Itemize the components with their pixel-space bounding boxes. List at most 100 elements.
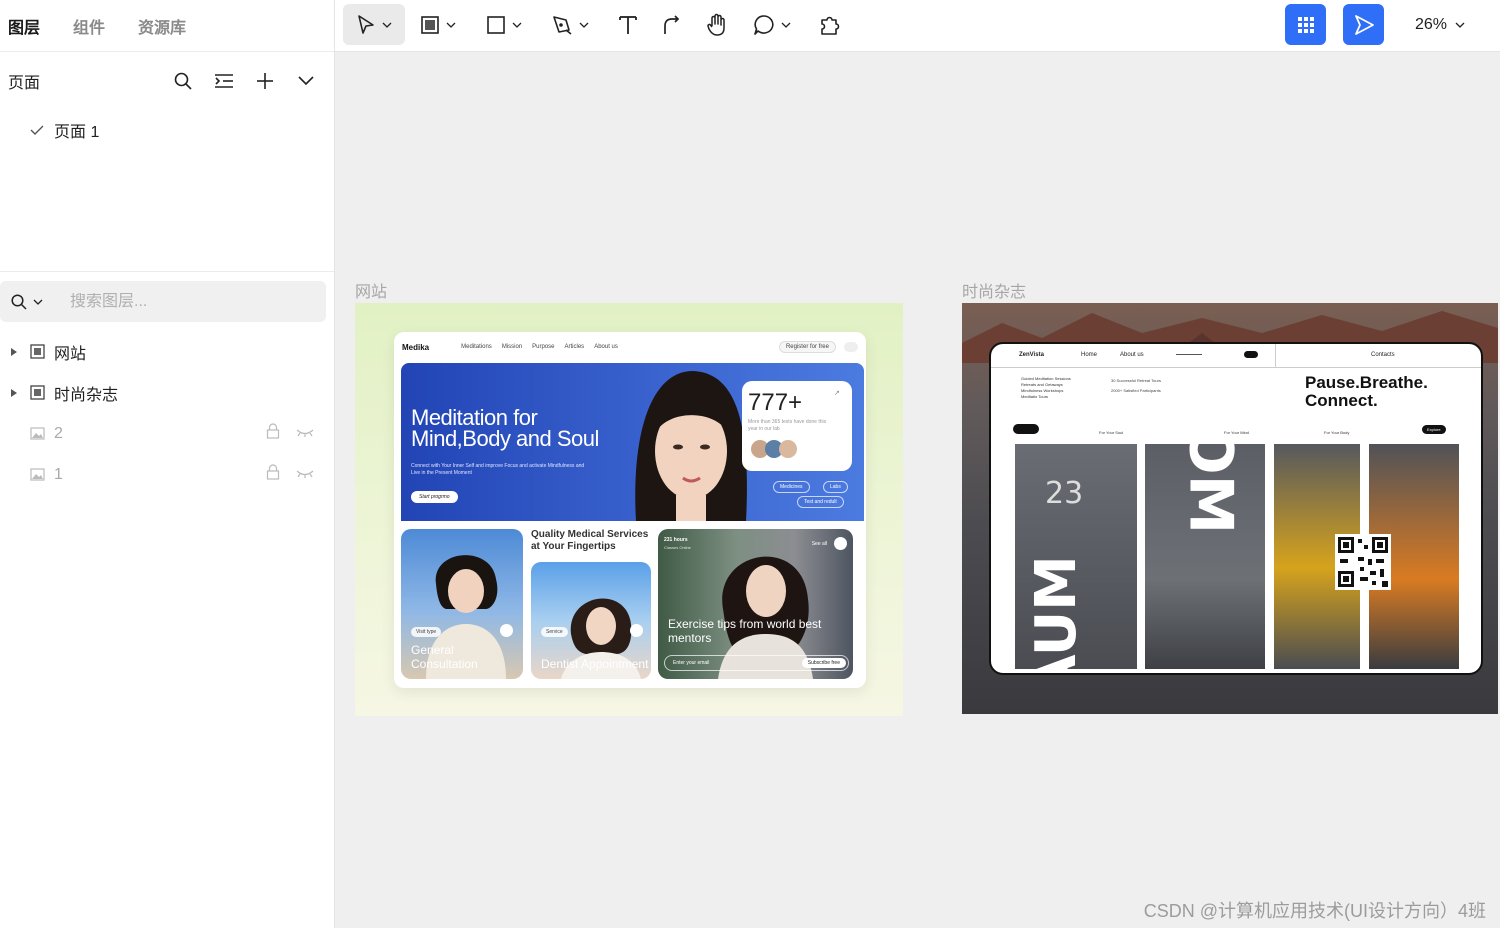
hand-tool-button[interactable] bbox=[702, 4, 732, 45]
caret-right-icon[interactable] bbox=[10, 388, 30, 398]
top-toolbar: 26% bbox=[335, 0, 1500, 52]
tile-pill: Visit type bbox=[411, 627, 442, 637]
add-page-icon[interactable] bbox=[244, 66, 285, 96]
puzzle-icon bbox=[821, 16, 840, 35]
layer-search-input[interactable] bbox=[70, 292, 290, 311]
hero-chip: Medicines bbox=[773, 481, 810, 493]
chevron-down-icon bbox=[512, 22, 522, 28]
layer-name: 1 bbox=[54, 465, 63, 483]
website-hero: Meditation for Mind,Body and Soul Connec… bbox=[401, 363, 864, 521]
layer-row[interactable]: 2 bbox=[0, 413, 334, 454]
text-tool-button[interactable] bbox=[613, 4, 643, 45]
chevron-down-icon bbox=[781, 22, 791, 28]
explore-button: Explore bbox=[1422, 425, 1446, 434]
eye-hidden-icon[interactable] bbox=[296, 425, 314, 443]
pages-header: 页面 bbox=[0, 52, 334, 110]
collapse-pages-icon[interactable] bbox=[285, 66, 326, 96]
hero-title: Meditation for Mind,Body and Soul bbox=[411, 405, 599, 451]
section-link: For Your Soul bbox=[1099, 430, 1124, 435]
tile-pill: Service bbox=[541, 627, 568, 637]
watermark: CSDN @计算机应用技术(UI设计方向）4班 bbox=[1143, 901, 1486, 921]
layer-row[interactable]: 1 bbox=[0, 454, 334, 495]
avatar-group bbox=[751, 440, 797, 458]
apps-button[interactable] bbox=[1285, 4, 1326, 45]
pen-tool-button[interactable] bbox=[545, 4, 595, 45]
select-tool-button[interactable] bbox=[343, 4, 405, 45]
frame-icon bbox=[30, 385, 54, 400]
stats-block: 30 Successful Retreat Tours 2000+ Satisf… bbox=[1111, 376, 1161, 396]
arrow-icon bbox=[630, 624, 643, 637]
quality-title: Quality Medical Services at Your Fingert… bbox=[531, 529, 649, 552]
panel-number: 23 bbox=[1045, 476, 1084, 511]
nav-link: Articles bbox=[564, 344, 585, 350]
page-item[interactable]: 页面 1 bbox=[0, 110, 334, 150]
hero-subtitle: Connect with Your Inner Self and improve… bbox=[411, 463, 585, 476]
qr-code bbox=[1335, 534, 1391, 590]
nav-link: Purpose bbox=[532, 344, 555, 350]
layer-row[interactable]: 时尚杂志 bbox=[0, 372, 334, 413]
image-icon bbox=[30, 427, 54, 440]
present-button[interactable] bbox=[1343, 4, 1384, 45]
rectangle-tool-button[interactable] bbox=[479, 4, 529, 45]
page-outline-icon[interactable] bbox=[203, 66, 244, 96]
arrow-icon: ↗ bbox=[834, 390, 840, 397]
page-item-label: 页面 1 bbox=[54, 124, 100, 141]
magazine-brand: ZenVista bbox=[1019, 352, 1044, 358]
panel-letters: AUM bbox=[1023, 555, 1089, 669]
comment-tool-button[interactable] bbox=[747, 4, 797, 45]
tab-layers[interactable]: 图层 bbox=[8, 14, 40, 38]
hero-chip: Test and redult bbox=[797, 496, 844, 508]
toggle-pair-icon bbox=[1013, 424, 1039, 434]
rectangle-icon bbox=[487, 15, 505, 34]
hero-cta: Start progrmo bbox=[411, 491, 458, 503]
chevron-down-icon bbox=[33, 299, 43, 305]
search-icon[interactable] bbox=[10, 293, 70, 311]
website-brand: Medika bbox=[402, 342, 430, 352]
text-icon bbox=[619, 15, 637, 34]
plugins-tool-button[interactable] bbox=[815, 4, 845, 45]
frame-label-website[interactable]: 网站 bbox=[355, 278, 387, 302]
nav-link: About us bbox=[1120, 352, 1144, 358]
frame-tool-button[interactable] bbox=[413, 4, 463, 45]
pen-icon bbox=[553, 15, 572, 35]
comment-icon bbox=[754, 14, 774, 35]
frame-magazine[interactable]: ZenVista Home About us Contacts Guided M… bbox=[962, 303, 1498, 714]
grid-icon bbox=[1297, 16, 1314, 33]
pointer-icon bbox=[358, 14, 374, 34]
tile-consultation: Visit type General Consultation bbox=[401, 529, 523, 679]
arrow-icon bbox=[500, 624, 513, 637]
service-bullets: Guided Meditation Sessions Retreats and … bbox=[1021, 376, 1071, 400]
menu-icon bbox=[844, 342, 858, 352]
lock-icon[interactable] bbox=[266, 464, 280, 485]
chevron-down-icon bbox=[1455, 22, 1465, 28]
eye-hidden-icon[interactable] bbox=[296, 466, 314, 484]
nav-link: Meditations bbox=[461, 344, 492, 350]
zoom-value: 26% bbox=[1414, 15, 1448, 33]
stat-line: 2000+ Satisfied Participants bbox=[1111, 388, 1161, 393]
tile-label: General Consultation bbox=[411, 643, 478, 671]
magazine-headline: Pause.Breathe. Connect. bbox=[1305, 373, 1428, 410]
frame-label-magazine[interactable]: 时尚杂志 bbox=[962, 278, 1026, 302]
panel-letters: OM bbox=[1175, 444, 1246, 535]
tile-online: Classes Online bbox=[664, 545, 691, 550]
search-pages-icon[interactable] bbox=[162, 66, 203, 96]
tile-see-all: See all bbox=[811, 541, 827, 547]
website-card: Medika Meditations Mission Purpose Artic… bbox=[394, 332, 866, 688]
layer-search-box[interactable] bbox=[0, 281, 326, 322]
check-icon bbox=[30, 124, 54, 136]
photo-panel: OM bbox=[1145, 444, 1265, 669]
toggle-icon bbox=[1244, 351, 1258, 358]
tab-assets[interactable]: 资源库 bbox=[138, 14, 186, 38]
stat-card: ↗ 777+ More than 365 tests have done thi… bbox=[742, 381, 852, 471]
layer-row[interactable]: 网站 bbox=[0, 331, 334, 372]
caret-right-icon[interactable] bbox=[10, 347, 30, 357]
frame-website[interactable]: Medika Meditations Mission Purpose Artic… bbox=[355, 303, 903, 716]
zoom-dropdown[interactable]: 26% bbox=[1405, 4, 1475, 45]
stat-text: More than 365 tests have done this year … bbox=[748, 419, 827, 432]
chevron-down-icon bbox=[382, 22, 392, 28]
email-field: Enter your email Subscribe free bbox=[664, 655, 849, 671]
lock-icon[interactable] bbox=[266, 423, 280, 444]
tab-components[interactable]: 组件 bbox=[73, 14, 105, 38]
nav-link: About us bbox=[594, 344, 618, 350]
connector-tool-button[interactable] bbox=[657, 4, 687, 45]
